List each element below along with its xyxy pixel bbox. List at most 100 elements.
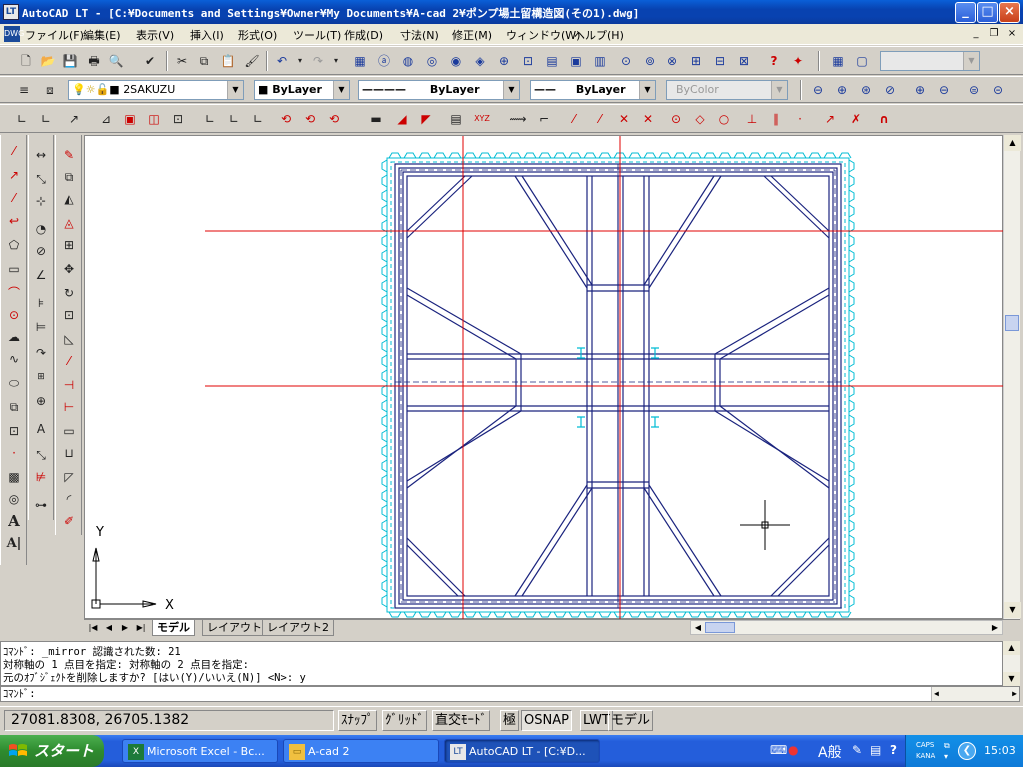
document-icon[interactable]: DWG [4,26,24,42]
snap-tangent-icon[interactable]: ○ [714,109,734,129]
tab-next-icon[interactable]: ▶ [118,621,132,635]
snap-nearest-icon[interactable]: ↗ [820,109,840,129]
layer-state-icon[interactable]: ⧈ [40,80,60,100]
zoom-center-icon[interactable]: ⊛ [856,80,876,100]
snap-node-icon[interactable]: · [790,109,810,129]
ime-tools-icon[interactable]: ▤ [870,743,881,757]
snap-tracking-icon[interactable]: ⌐ [534,109,554,129]
snap-none-icon[interactable]: ✗ [846,109,866,129]
erase-icon[interactable]: ✎ [59,145,79,165]
point-filter-icon[interactable]: ◈ [470,51,490,71]
vertical-scrollbar[interactable]: ▲ ▼ [1003,135,1021,619]
menu-dimension[interactable]: 寸法(N) [400,27,439,43]
menu-tools[interactable]: ツール(T) [293,27,341,43]
object-snap-icon[interactable]: ⊕ [494,51,514,71]
ucs-object-icon[interactable]: ⊿ [96,109,116,129]
make-block-icon[interactable]: ⊡ [4,421,24,441]
zoom-window-icon[interactable]: ⊚ [640,51,660,71]
hyperlink-icon[interactable]: ◉ [446,51,466,71]
menu-draw[interactable]: 作成(D) [344,27,383,43]
scroll-down-icon[interactable]: ▼ [1004,602,1021,618]
dim-radius-icon[interactable]: ◔ [31,219,51,239]
zoom-minus-icon[interactable]: ⊖ [934,80,954,100]
zoom-extents-icon[interactable]: ⊝ [988,80,1008,100]
autocad-icon[interactable]: LT [3,4,19,20]
save-icon[interactable]: 💾 [60,51,80,71]
zoom-scale-icon[interactable]: ⊕ [832,80,852,100]
undo-dropdown-icon[interactable]: ▾ [290,51,310,71]
ray-icon[interactable]: ↗ [4,165,24,185]
linear-dim-icon[interactable]: ▬ [366,109,386,129]
explode-icon[interactable]: ✐ [59,511,79,531]
tolerance-icon[interactable]: ⊞ [31,367,51,387]
color-select[interactable]: ■ ByLayer ▼ [254,80,350,100]
ucs-world-icon[interactable]: ∟ [12,109,32,129]
array-icon[interactable]: ⊞ [59,235,79,255]
menu-file[interactable]: ファイル(F) [25,27,84,43]
task-folder[interactable]: ▭ A-cad 2 [283,739,439,763]
coordinate-display[interactable]: 27081.8308, 26705.1382 [4,710,334,731]
chevron-down-icon[interactable]: ▾ [944,752,948,761]
dim-aligned-icon[interactable]: ⤡ [31,169,51,189]
regen-icon[interactable]: ▣ [566,51,586,71]
ucs-y-icon[interactable]: ∟ [248,109,268,129]
polar-toggle[interactable]: 極 [500,710,520,731]
scroll-right-icon[interactable]: ▶ [1012,687,1017,701]
copy-object-icon[interactable]: ⧉ [59,167,79,187]
trim-icon[interactable]: ⊣ [59,375,79,395]
snap-apparent-icon[interactable]: ✕ [638,109,658,129]
task-excel[interactable]: X Microsoft Excel - Bc... [122,739,278,763]
open-icon[interactable]: 📂 [38,51,58,71]
fillet-icon[interactable]: ◜ [59,489,79,509]
hatch-icon[interactable]: ▩ [4,467,24,487]
horizontal-scrollbar[interactable]: ◀ ▶ [690,620,1003,635]
menu-window[interactable]: ウィンドウ(W) [506,27,580,43]
ucs-x-icon[interactable]: ∟ [200,109,220,129]
zoom-plus-icon[interactable]: ⊕ [910,80,930,100]
dim-text-edit-icon[interactable]: ⤡ [31,445,51,465]
toolpalette-icon[interactable]: ⊠ [734,51,754,71]
dim-continue-icon[interactable]: ↷ [31,343,51,363]
layer-select[interactable]: 💡☼🔓■ 2SAKUZU ▼ [68,80,244,100]
menu-edit[interactable]: 編集(E) [83,27,121,43]
match-properties-icon[interactable]: 🖌 [242,51,262,71]
dim-angular-icon[interactable]: ∠ [31,265,51,285]
command-scrollbar[interactable]: ▲ ▼ [1003,641,1020,686]
spell-check-icon[interactable]: ✔ [140,51,160,71]
copy-icon[interactable]: ⧉ [194,51,214,71]
publish-web-icon[interactable]: ◍ [398,51,418,71]
keyboard-icon[interactable]: ⌨ [770,743,787,757]
construction-line-icon[interactable]: ⁄ [4,188,24,208]
pan-icon[interactable]: ▥ [590,51,610,71]
dim-icon[interactable]: ▤ [542,51,562,71]
tab-first-icon[interactable]: |◀ [86,621,100,635]
scroll-up-icon[interactable]: ▲ [1003,641,1020,655]
viewports-icon[interactable]: ▢ [852,51,872,71]
ucs-previous-icon[interactable]: ∟ [36,109,56,129]
layer-manager-icon[interactable]: ≡ [14,80,34,100]
menu-insert[interactable]: 挿入(I) [190,27,224,43]
undo-icon[interactable]: ↶ [272,51,292,71]
zoom-in-icon[interactable]: ⊖ [808,80,828,100]
web-icon[interactable]: ⓐ [374,51,394,71]
plotstyle-select[interactable]: ByColor ▼ [666,80,788,100]
region-icon[interactable]: ◎ [4,489,24,509]
ucs-view-icon[interactable]: ◫ [144,109,164,129]
tab-model[interactable]: モデル [152,620,195,636]
tab-prev-icon[interactable]: ◀ [102,621,116,635]
ellipse-icon[interactable]: ⬭ [4,373,24,393]
extend-icon[interactable]: ⊢ [59,397,79,417]
whats-new-icon[interactable]: ✦ [788,51,808,71]
ime-icon[interactable]: ● [788,743,804,757]
menu-format[interactable]: 形式(O) [238,27,277,43]
ucs-face-icon[interactable]: ▣ [120,109,140,129]
maximize-button[interactable]: □ [977,2,998,23]
scroll-left-icon[interactable]: ◀ [691,621,705,634]
snap-midpoint-icon[interactable]: ⁄ [590,109,610,129]
etransmit-icon[interactable]: ◎ [422,51,442,71]
menu-help[interactable]: ヘルプ(H) [574,27,624,43]
ucs-3point-icon[interactable]: ⊡ [168,109,188,129]
designcenter-icon[interactable]: ▦ [350,51,370,71]
revision-cloud-icon[interactable]: ☁ [4,327,24,347]
command-hscroll[interactable]: ◀ ▶ [931,687,1019,701]
